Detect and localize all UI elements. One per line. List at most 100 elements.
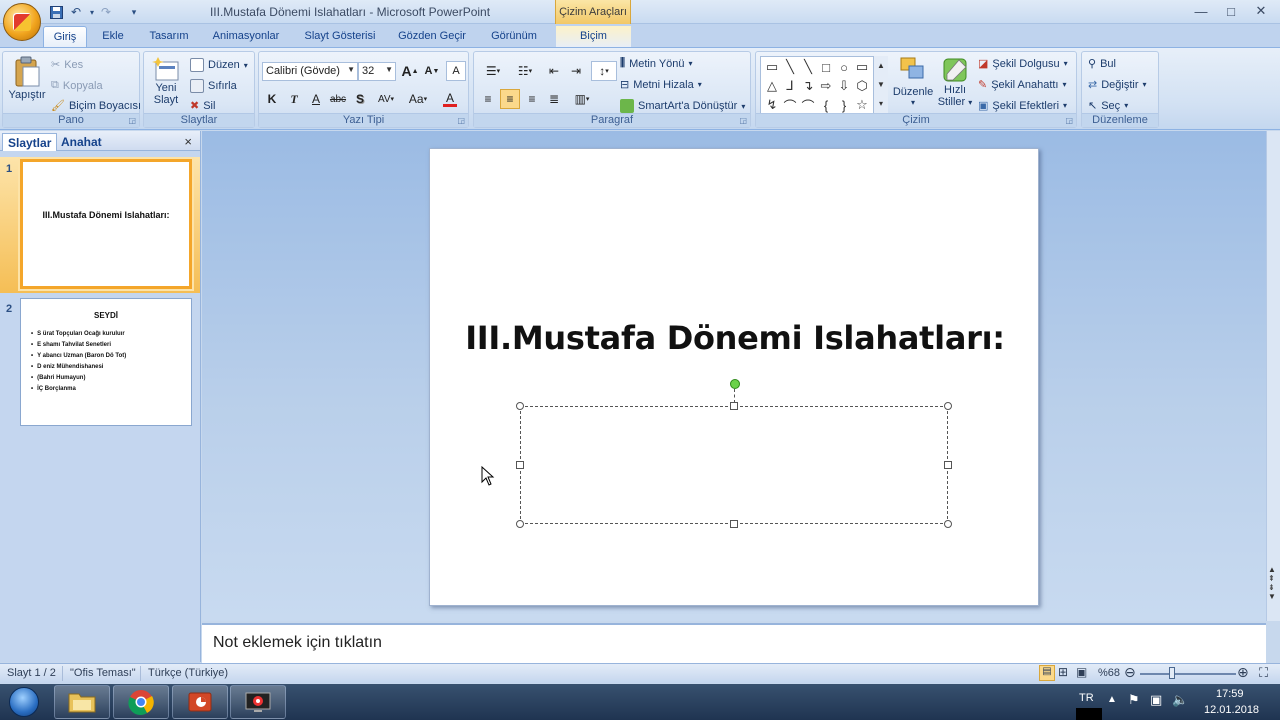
- line-spacing-button[interactable]: ↕ ▾: [591, 61, 617, 81]
- tab-gorunum[interactable]: Görünüm: [482, 26, 546, 48]
- shadow-button[interactable]: S: [350, 89, 370, 109]
- maximize-button[interactable]: □: [1218, 0, 1244, 22]
- notes-pane[interactable]: Not eklemek için tıklatın: [202, 623, 1266, 663]
- shape-gallery-item[interactable]: ╲: [800, 59, 816, 75]
- tab-bicim[interactable]: Biçim: [556, 26, 631, 48]
- bold-button[interactable]: K: [262, 89, 282, 109]
- network-icon[interactable]: ▣: [1150, 692, 1162, 708]
- rotation-handle[interactable]: [730, 379, 740, 389]
- input-language[interactable]: TR: [1079, 692, 1094, 704]
- decrease-indent-button[interactable]: ⇤: [544, 61, 564, 81]
- shape-gallery-item[interactable]: }: [836, 97, 852, 113]
- tab-gozden-gecir[interactable]: Gözden Geçir: [393, 26, 471, 48]
- shape-gallery-item[interactable]: ⬡: [854, 78, 870, 94]
- tab-animasyonlar[interactable]: Animasyonlar: [205, 26, 287, 48]
- cut-button[interactable]: ✂ Kes: [51, 58, 83, 72]
- shape-gallery-item[interactable]: ▭: [854, 59, 870, 75]
- increase-indent-button[interactable]: ⇥: [566, 61, 586, 81]
- tab-tasarim[interactable]: Tasarım: [140, 26, 198, 48]
- slide-canvas[interactable]: III.Mustafa Dönemi Islahatları:: [429, 148, 1039, 606]
- resize-handle-top-right[interactable]: [944, 402, 952, 410]
- shape-fill-button[interactable]: ◪ Şekil Dolgusu ▾: [978, 57, 1068, 71]
- new-slide-button[interactable]: Yeni Slayt: [148, 56, 184, 106]
- shrink-font-button[interactable]: A ▼: [422, 61, 442, 81]
- clear-formatting-button[interactable]: A: [446, 61, 466, 81]
- close-button[interactable]: ✕: [1248, 0, 1274, 22]
- shape-gallery-item[interactable]: {: [818, 97, 834, 113]
- strikethrough-button[interactable]: abc: [328, 89, 348, 109]
- resize-handle-bottom[interactable]: [730, 520, 738, 528]
- shape-gallery-item[interactable]: ⌒: [800, 97, 816, 114]
- align-center-button[interactable]: ≡: [500, 89, 520, 109]
- clock-time[interactable]: 17:59: [1216, 688, 1244, 700]
- shape-effects-button[interactable]: ▣ Şekil Efektleri ▾: [978, 99, 1067, 113]
- shape-gallery-item[interactable]: ⇨: [818, 78, 834, 94]
- resize-handle-top-left[interactable]: [516, 402, 524, 410]
- shape-gallery-item[interactable]: ▭: [764, 59, 780, 75]
- replace-button[interactable]: ⇄ Değiştir ▾: [1088, 78, 1147, 92]
- reset-button[interactable]: Sıfırla: [190, 79, 237, 93]
- arrange-button[interactable]: Düzenle ▾: [893, 56, 933, 107]
- text-direction-button[interactable]: ⫼ Metin Yönü ▾: [620, 57, 693, 70]
- character-spacing-button[interactable]: AV ▾: [372, 89, 400, 109]
- slide-title[interactable]: III.Mustafa Dönemi Islahatları:: [430, 319, 1040, 357]
- quick-styles-button[interactable]: Hızlı Stiller ▾: [936, 56, 974, 109]
- flag-icon[interactable]: ⚑: [1128, 692, 1140, 708]
- tab-anahat[interactable]: Anahat: [56, 133, 107, 151]
- zoom-level[interactable]: %68: [1098, 667, 1120, 679]
- tab-slaytlar[interactable]: Slaytlar: [2, 133, 58, 151]
- format-painter-button[interactable]: 🖌 Biçim Boyacısı: [51, 99, 141, 113]
- dialog-launcher-icon[interactable]: ◲: [1065, 116, 1073, 125]
- dialog-launcher-icon[interactable]: ◲: [457, 116, 465, 125]
- slide-sorter-view-icon[interactable]: ⊞: [1058, 665, 1068, 679]
- resize-handle-right[interactable]: [944, 461, 952, 469]
- copy-button[interactable]: ⧉ Kopyala: [51, 79, 103, 92]
- normal-view-icon[interactable]: ▤: [1039, 665, 1055, 681]
- justify-button[interactable]: ≣: [544, 89, 564, 109]
- slide-thumbnail-2[interactable]: SEYDİ S ürat Topçuları Ocağı kuruluır E …: [20, 298, 192, 426]
- paste-button[interactable]: Yapıştır: [7, 56, 47, 101]
- office-button[interactable]: [3, 3, 41, 41]
- find-button[interactable]: ⚲ Bul: [1088, 57, 1116, 71]
- shape-gallery-item[interactable]: ↴: [800, 78, 816, 94]
- clock-date[interactable]: 12.01.2018: [1204, 704, 1259, 716]
- taskbar-recorder[interactable]: [230, 685, 286, 719]
- zoom-slider[interactable]: [1140, 673, 1236, 675]
- zoom-out-icon[interactable]: ⊖: [1124, 664, 1136, 681]
- tab-ekle[interactable]: Ekle: [93, 26, 133, 48]
- start-button[interactable]: [4, 684, 44, 720]
- shape-gallery-item[interactable]: □: [818, 59, 834, 75]
- align-left-button[interactable]: ≡: [478, 89, 498, 109]
- smartart-button[interactable]: SmartArt'a Dönüştür ▾: [620, 99, 745, 113]
- scroll-arrows[interactable]: ▲ ⇞ ⇟ ▼: [1268, 565, 1279, 601]
- dialog-launcher-icon[interactable]: ◲: [739, 116, 747, 125]
- resize-handle-top[interactable]: [730, 402, 738, 410]
- shape-gallery-item[interactable]: ↯: [764, 97, 780, 113]
- select-button[interactable]: ↖ Seç ▾: [1088, 99, 1128, 113]
- resize-handle-bottom-right[interactable]: [944, 520, 952, 528]
- delete-slide-button[interactable]: ✖ Sil: [190, 99, 215, 113]
- gallery-scroll[interactable]: ▲ ▼ ▾: [873, 56, 888, 116]
- taskbar-explorer[interactable]: [54, 685, 110, 719]
- close-icon[interactable]: ×: [184, 134, 192, 149]
- shape-gallery-item[interactable]: ⇩: [836, 78, 852, 94]
- taskbar-powerpoint[interactable]: [172, 685, 228, 719]
- minimize-button[interactable]: —: [1188, 0, 1214, 22]
- align-text-button[interactable]: ⊟ Metni Hizala ▾: [620, 78, 702, 92]
- grow-font-button[interactable]: A ▲: [400, 61, 420, 81]
- shape-gallery-item[interactable]: ○: [836, 59, 852, 75]
- resize-handle-left[interactable]: [516, 461, 524, 469]
- bullets-button[interactable]: ☰ ▾: [478, 61, 508, 81]
- align-right-button[interactable]: ≡: [522, 89, 542, 109]
- shape-gallery-item[interactable]: △: [764, 78, 780, 94]
- volume-icon[interactable]: 🔈: [1172, 692, 1188, 708]
- vertical-scrollbar[interactable]: ▲ ⇞ ⇟ ▼: [1266, 131, 1280, 621]
- shape-gallery-item[interactable]: ⌒: [782, 97, 798, 114]
- dialog-launcher-icon[interactable]: ◲: [128, 116, 136, 125]
- fit-to-window-icon[interactable]: ⛶: [1259, 665, 1268, 681]
- shape-outline-button[interactable]: ✎ Şekil Anahattı ▾: [978, 78, 1067, 92]
- language-status[interactable]: Türkçe (Türkiye): [148, 667, 228, 679]
- shape-gallery-item[interactable]: ╲: [782, 59, 798, 75]
- italic-button[interactable]: T: [284, 89, 304, 109]
- shape-gallery-item[interactable]: ☆: [854, 97, 870, 113]
